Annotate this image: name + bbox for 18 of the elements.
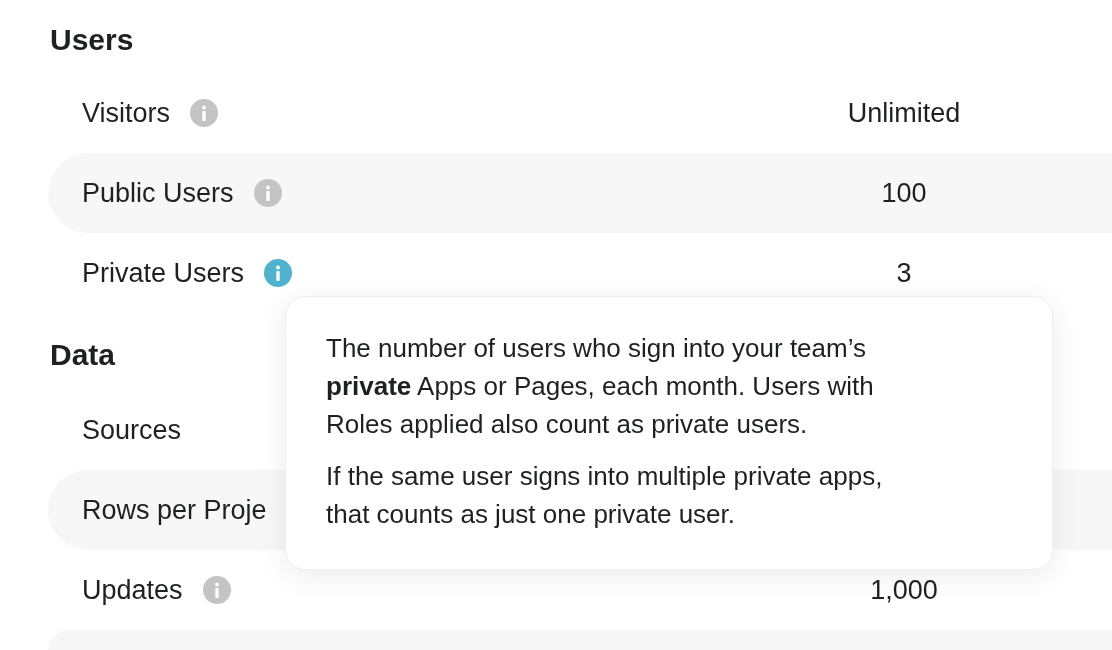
info-icon[interactable] <box>264 259 293 287</box>
row-label: Sources <box>82 414 182 446</box>
row-label: Private Users <box>82 257 245 289</box>
section-heading: Data <box>49 338 116 372</box>
section-heading: Users <box>49 23 134 57</box>
row-value: 100 <box>881 177 927 208</box>
row-label: Updates <box>82 574 183 606</box>
info-icon[interactable] <box>202 576 231 604</box>
row-label: Rows per Proje <box>82 494 267 526</box>
tooltip-text: The number of users who sign into your team’s private Apps or Pages, each month. Users with Roles applied also count as private users. <box>326 332 875 441</box>
info-icon[interactable] <box>190 99 219 127</box>
row-value: 1,000 <box>870 574 938 605</box>
row-label: Visitors <box>82 97 171 129</box>
row-value: Unlimited <box>847 97 961 128</box>
row-value: 3 <box>896 257 912 288</box>
tooltip-text: If the same user signs into multiple private apps, that counts as just one private user. <box>326 460 884 531</box>
row-label: Public Users <box>82 177 234 209</box>
info-icon[interactable] <box>253 179 282 207</box>
